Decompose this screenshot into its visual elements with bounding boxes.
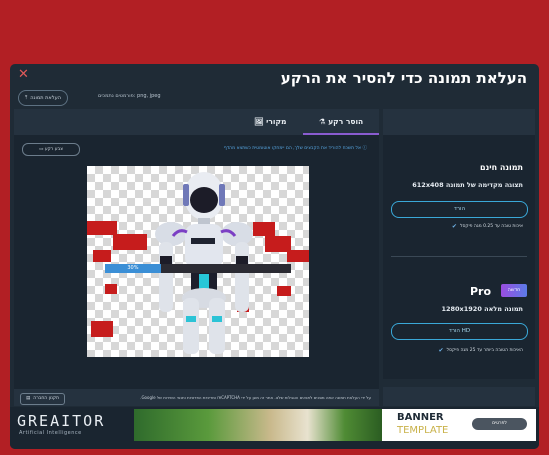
hd-download-button[interactable]: הורד HD [391,323,528,340]
free-feature-text: איכות טובה עד 0.25 מגה פיקסל [459,224,523,229]
info-text: אל תשכח להוריד את הקבצים שלך, הם יימחקו … [223,146,362,151]
image-icon: 🖼 [254,117,264,126]
pro-dims: 1280x1920 [441,305,482,313]
check-icon: ✔ [438,347,444,354]
company-terms-button[interactable]: ▤ תקנון החברה [20,393,66,405]
tab-background-removed[interactable]: הוסר רקע ⚗ [303,109,379,135]
free-download-button[interactable]: הורד [391,201,528,218]
pro-subtitle: תמונה מלאה 1280x1920 [441,305,523,313]
progress-bar: 30% [105,264,291,273]
robot-image [87,172,309,354]
tab-label: מקורי [266,117,287,126]
upload-icon: ⤒ [25,95,28,101]
banner-details-button[interactable]: לפרטים [472,418,527,430]
info-notice: ⓘ אל תשכח להוריד את הקבצים שלך, הם יימחק… [224,145,367,151]
pro-title: Pro [470,285,492,298]
logo-tagline: Artificial Intelligence [19,430,82,436]
background-color-label: צבע רקע [44,147,63,152]
terms-text: על ידי העלאת תמונה אתה מסכים לתנאים והגב… [140,395,371,400]
upload-button-label: העלאת תמונה [30,95,61,101]
download-panel-footer [383,387,535,406]
info-icon: ⓘ [362,146,368,151]
tab-bar: הוסר רקע ⚗ מקורי 🖼 [14,109,379,135]
section-divider [391,256,527,257]
image-preview-canvas[interactable]: 30% [87,166,309,357]
report-icon: ▤ [26,396,31,401]
close-icon[interactable]: ✕ [18,68,29,81]
editor-footer: ▤ תקנון החברה על ידי העלאת תמונה אתה מסכ… [14,389,379,406]
check-icon: ✔ [451,223,457,230]
editor-panel: הוסר רקע ⚗ מקורי 🖼 ⓘ אל תשכח להוריד את ה… [14,109,379,406]
pro-feature-text: האיכות הטובה ביותר עד 25 מגה פיקסל [446,348,523,353]
progress-label: 30% [127,265,139,271]
footer: GREAITOR Artificial Intelligence BANNER … [10,407,539,449]
new-badge: חדשה [501,284,527,297]
banner-image [134,409,382,441]
free-image-subtitle-text: תצוגה מקדימה של תמונה [445,181,523,189]
upload-modal: ✕ העלאת תמונה כדי להסיר את הרקע ⤒ העלאת … [10,64,539,449]
download-panel-header [383,109,535,135]
pro-feature: האיכות הטובה ביותר עד 25 מגה פיקסל ✔ [439,347,523,354]
pro-subtitle-text: תמונה מלאה [484,305,523,313]
color-swatch-icon: ▭ [39,147,44,152]
banner-title-line2: TEMPLATE [397,425,449,436]
background-color-button[interactable]: ▭ צבע רקע [22,143,80,156]
free-feature: איכות טובה עד 0.25 מגה פיקסל ✔ [452,223,523,230]
banner-title-line1: BANNER [397,412,444,423]
magic-icon: ⚗ [318,117,326,126]
free-image-title: תמונה חינם [480,163,523,172]
free-image-dims: 612x408 [412,181,444,189]
upload-image-button[interactable]: ⤒ העלאת תמונה [18,90,68,106]
free-image-subtitle: תצוגה מקדימה של תמונה 612x408 [412,181,523,189]
modal-title: העלאת תמונה כדי להסיר את הרקע [280,69,527,87]
download-panel: תמונה חינם תצוגה מקדימה של תמונה 612x408… [383,109,535,406]
supported-formats: פורמטים נתמכים: png, jpeg [98,93,161,99]
ad-banner[interactable]: BANNER TEMPLATE לפרטים [134,409,536,441]
tab-original[interactable]: מקורי 🖼 [254,109,286,135]
greaitor-logo[interactable]: GREAITOR [17,412,105,430]
tab-label: הוסר רקע [328,117,364,126]
company-terms-label: תקנון החברה [33,396,60,401]
